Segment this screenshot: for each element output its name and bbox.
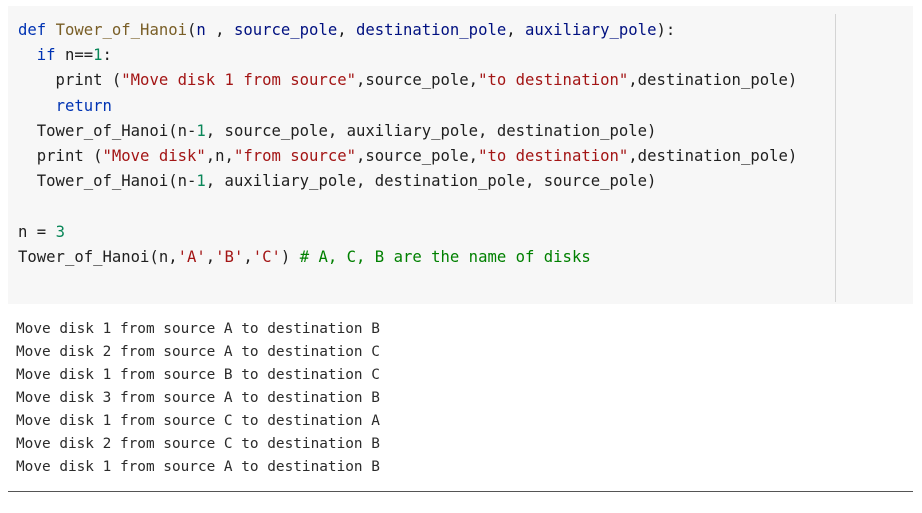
- code-token-kw: def: [18, 21, 56, 39]
- code-token-op: [18, 46, 37, 64]
- code-token-op: ): [280, 247, 300, 266]
- code-line: print ("Move disk",n,"from source",sourc…: [18, 144, 798, 169]
- code-token-var: destination_pole: [356, 21, 507, 39]
- code-token-op: print (: [18, 71, 122, 90]
- code-token-str: "from source": [233, 146, 357, 165]
- code-token-str: 'C': [252, 247, 281, 266]
- code-token-str: "to destination": [478, 71, 629, 90]
- code-token-kw: return: [55, 96, 112, 115]
- code-token-str: "to destination": [478, 146, 629, 165]
- output-line: Move disk 1 from source A to destination…: [16, 459, 380, 475]
- output-line: Move disk 3 from source A to destination…: [16, 390, 380, 406]
- code-token-var: source_pole: [233, 21, 338, 39]
- code-token-str: "Move disk": [102, 146, 206, 165]
- code-token-str: 'A': [177, 247, 206, 266]
- code-token-op: , source_pole, auxiliary_pole, destinati…: [205, 121, 657, 140]
- code-token-num: 3: [55, 222, 65, 241]
- code-token-op: Tower_of_Hanoi(n-: [18, 172, 197, 191]
- code-token-op: ):: [656, 21, 676, 39]
- code-token-op: (: [187, 21, 197, 39]
- code-editor[interactable]: def Tower_of_Hanoi(n , source_pole, dest…: [18, 18, 797, 270]
- code-token-op: ,destination_pole): [628, 71, 798, 90]
- code-token-op: ,destination_pole): [628, 146, 798, 165]
- code-token-op: ,n,: [205, 146, 234, 165]
- code-token-op: n==: [55, 46, 94, 65]
- code-token-op: [18, 97, 56, 115]
- code-line: return: [18, 94, 797, 119]
- code-line: if n==1:: [18, 43, 797, 68]
- code-line: Tower_of_Hanoi(n-1, source_pole, auxilia…: [18, 119, 797, 144]
- code-token-op: ,: [506, 21, 526, 39]
- code-token-var: n: [196, 21, 206, 39]
- code-token-num: 1: [196, 121, 206, 140]
- code-token-str: "Move disk 1 from source": [121, 71, 356, 90]
- code-line: n = 3: [18, 220, 797, 245]
- code-token-op: n =: [18, 222, 56, 241]
- code-token-op: Tower_of_Hanoi(n,: [18, 247, 178, 266]
- output-line: Move disk 1 from source A to destination…: [16, 321, 380, 337]
- code-line: Tower_of_Hanoi(n-1, auxiliary_pole, dest…: [18, 169, 797, 194]
- code-token-op: ,: [205, 247, 216, 266]
- cell-divider: [8, 491, 913, 492]
- line-length-ruler: [835, 14, 836, 302]
- code-token-cmt: # A, C, B are the name of disks: [299, 247, 591, 266]
- output-line: Move disk 2 from source A to destination…: [16, 344, 380, 360]
- code-token-num: 1: [93, 46, 103, 65]
- code-token-op: ,: [243, 247, 253, 266]
- code-token-var: auxiliary_pole: [525, 21, 657, 39]
- code-token-op: :: [102, 46, 112, 65]
- code-cell[interactable]: def Tower_of_Hanoi(n , source_pole, dest…: [8, 6, 913, 304]
- code-token-fn: Tower_of_Hanoi: [55, 21, 187, 39]
- code-token-op: print (: [18, 146, 103, 165]
- code-token-kw: if: [36, 46, 56, 65]
- code-line: Tower_of_Hanoi(n,'A','B','C') # A, C, B …: [18, 245, 797, 270]
- output-line: Move disk 1 from source C to destination…: [16, 413, 380, 429]
- code-token-num: 1: [196, 172, 206, 191]
- code-token-op: ,: [337, 21, 357, 39]
- code-token-op: ,source_pole,: [356, 71, 479, 90]
- output-line: Move disk 2 from source C to destination…: [16, 436, 380, 452]
- code-token-op: ,source_pole,: [356, 146, 479, 165]
- code-token-str: 'B': [215, 247, 244, 266]
- code-token-op: , auxiliary_pole, destination_pole, sour…: [205, 172, 657, 191]
- code-line: print ("Move disk 1 from source",source_…: [18, 68, 798, 93]
- output-line: Move disk 1 from source B to destination…: [16, 367, 380, 383]
- code-line: def Tower_of_Hanoi(n , source_pole, dest…: [18, 18, 797, 43]
- code-token-op: ,: [205, 21, 234, 39]
- code-token-op: Tower_of_Hanoi(n-: [18, 121, 197, 140]
- cell-output: Move disk 1 from source A to destination…: [16, 318, 380, 479]
